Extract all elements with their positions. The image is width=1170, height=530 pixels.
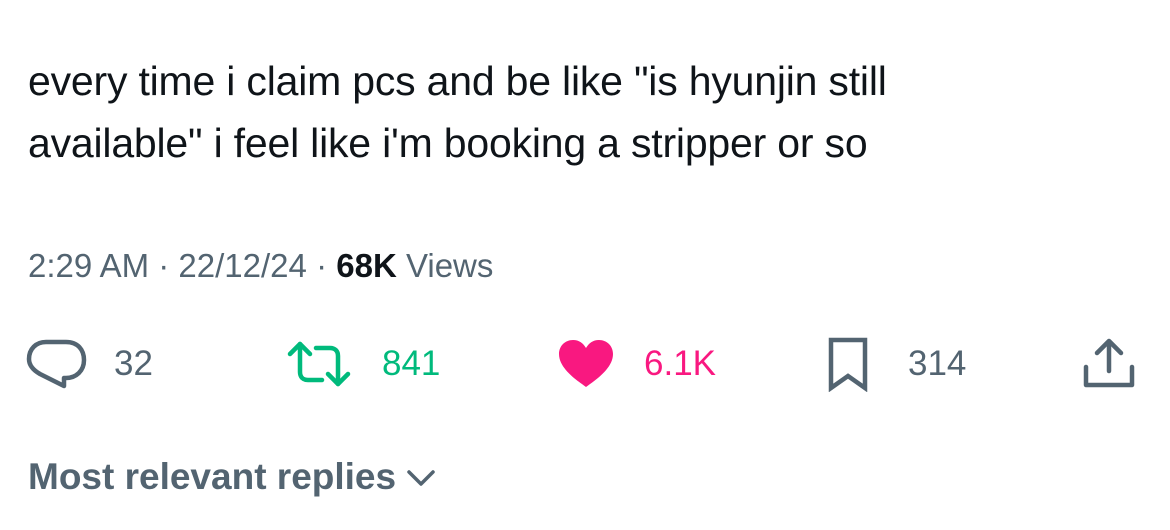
bookmark-button[interactable]: 314 (826, 334, 966, 394)
tweet-date[interactable]: 22/12/24 (178, 247, 306, 284)
tweet-text: every time i claim pcs and be like "is h… (28, 50, 1028, 174)
retweet-button[interactable]: 841 (286, 334, 440, 394)
meta-separator: · (158, 247, 170, 284)
tweet-actions-bar: 32 841 6.1K 314 (0, 334, 1170, 394)
retweet-count: 841 (382, 344, 441, 383)
tweet-text-line-2: available" i feel like i'm booking a str… (28, 120, 868, 166)
views-count: 68K (336, 247, 397, 284)
tweet-text-line-1: every time i claim pcs and be like "is h… (28, 58, 887, 104)
replies-sort-dropdown[interactable]: Most relevant replies (28, 452, 436, 502)
reply-count: 32 (114, 344, 153, 383)
meta-separator: · (316, 247, 328, 284)
speech-bubble-icon (26, 336, 88, 392)
heart-icon (556, 337, 616, 391)
bookmark-count: 314 (908, 344, 967, 383)
share-button[interactable] (1080, 334, 1138, 394)
views-label: Views (405, 247, 494, 284)
tweet-time[interactable]: 2:29 AM (28, 247, 149, 284)
replies-sort-label: Most relevant replies (28, 456, 397, 497)
like-count: 6.1K (644, 344, 716, 383)
retweet-icon (286, 338, 352, 390)
tweet-meta: 2:29 AM · 22/12/24 · 68K Views (28, 244, 493, 288)
share-upload-icon (1080, 337, 1138, 391)
bookmark-icon (826, 336, 870, 392)
like-button[interactable]: 6.1K (556, 334, 716, 394)
chevron-down-icon (396, 462, 436, 493)
reply-button[interactable]: 32 (26, 334, 153, 394)
